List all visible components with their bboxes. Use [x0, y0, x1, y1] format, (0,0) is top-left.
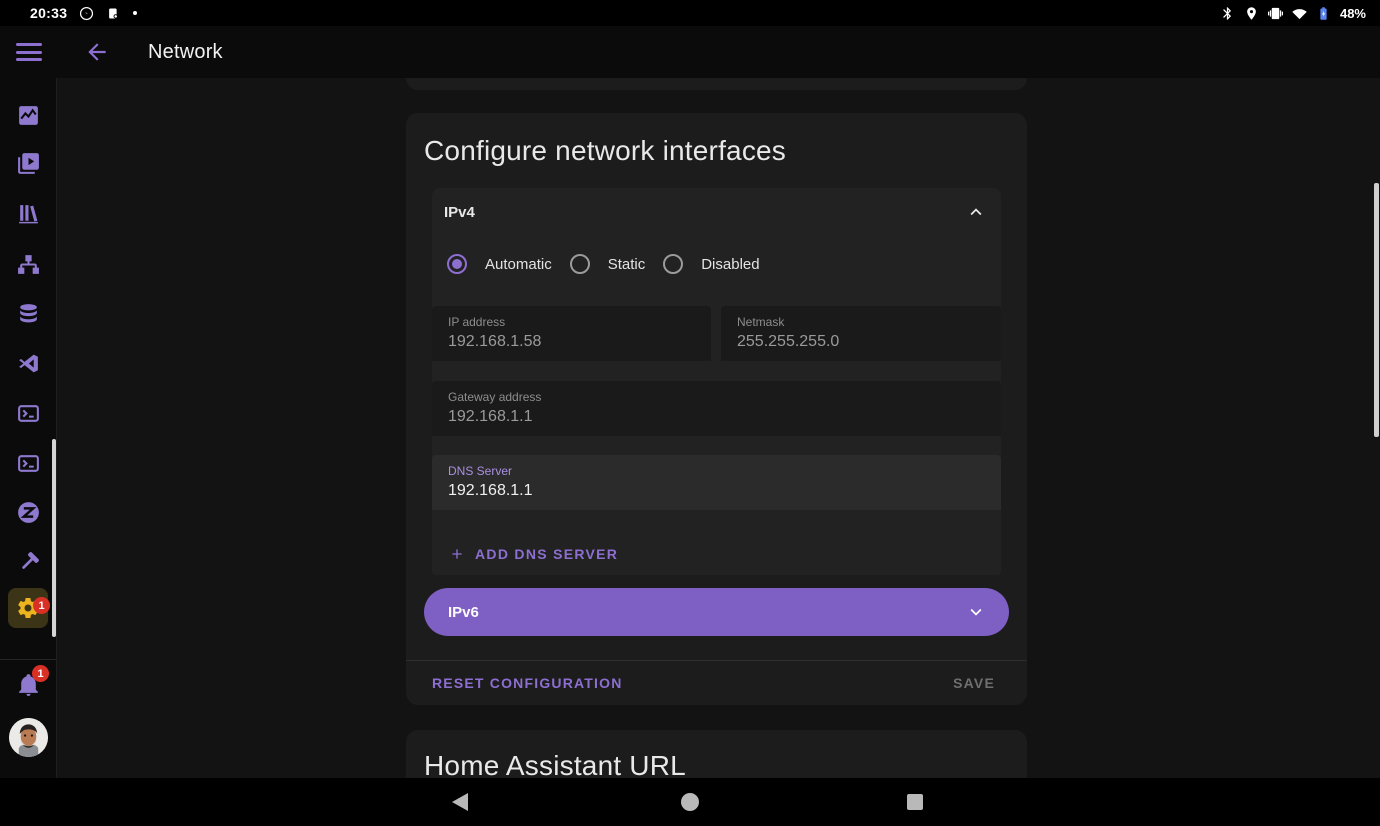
- dns-server-field[interactable]: DNS Server 192.168.1.1: [432, 455, 1001, 510]
- wifi-icon: [1292, 6, 1307, 21]
- library-icon[interactable]: [16, 201, 41, 226]
- ipv6-label: IPv6: [448, 604, 965, 621]
- ip-address-value: 192.168.1.58: [448, 333, 695, 351]
- notifications-badge: 1: [32, 665, 49, 682]
- main-content: Configure network interfaces IPv4 Automa…: [57, 78, 1380, 778]
- menu-icon[interactable]: [16, 43, 42, 61]
- previous-card: [406, 78, 1027, 90]
- settings-badge: 1: [33, 597, 50, 614]
- history-chart-icon[interactable]: [16, 103, 41, 128]
- bluetooth-icon: [1220, 6, 1235, 21]
- ip-address-field: IP address 192.168.1.58: [432, 306, 711, 361]
- radio-static[interactable]: [570, 254, 590, 274]
- plus-icon: [449, 546, 465, 562]
- gateway-label: Gateway address: [448, 390, 985, 404]
- add-dns-server-button[interactable]: ADD DNS SERVER: [441, 536, 626, 572]
- radio-disabled-label: Disabled: [701, 256, 759, 273]
- dns-server-label: DNS Server: [448, 464, 985, 478]
- sidebar-item-notifications[interactable]: 1: [16, 672, 41, 697]
- ipv4-label: IPv4: [444, 204, 965, 221]
- nav-home-button[interactable]: [681, 793, 699, 811]
- terminal-icon[interactable]: [16, 401, 41, 426]
- next-card-title: Home Assistant URL: [424, 750, 686, 778]
- ipv6-panel-header[interactable]: IPv6: [424, 588, 1009, 636]
- clock: 20:33: [30, 5, 67, 21]
- sidebar: 1 1: [0, 78, 57, 778]
- chevron-down-icon: [965, 601, 987, 623]
- radio-disabled[interactable]: [663, 254, 683, 274]
- content-scrollbar[interactable]: [1374, 183, 1379, 437]
- nav-recents-button[interactable]: [907, 794, 923, 810]
- sidebar-item-settings[interactable]: 1: [8, 588, 48, 628]
- battery-icon: [1316, 6, 1331, 21]
- app-toolbar: Network: [0, 26, 1380, 78]
- location-icon: [1244, 6, 1259, 21]
- netmask-label: Netmask: [737, 315, 985, 329]
- chevron-up-icon: [965, 201, 987, 223]
- tools-icon[interactable]: [16, 550, 41, 575]
- nav-back-button[interactable]: [452, 793, 468, 811]
- home-assistant-url-card: Home Assistant URL: [406, 730, 1027, 778]
- user-avatar[interactable]: [9, 718, 48, 757]
- notification-dot: [133, 11, 137, 15]
- vscode-icon[interactable]: [16, 351, 41, 376]
- screen: 20:33: [0, 0, 1380, 826]
- status-bar: 20:33: [0, 0, 1380, 26]
- add-dns-server-label: ADD DNS SERVER: [475, 546, 618, 562]
- gateway-value: 192.168.1.1: [448, 408, 985, 426]
- zigbee-icon[interactable]: [16, 500, 41, 525]
- save-button[interactable]: SAVE: [953, 675, 995, 691]
- radio-automatic-label: Automatic: [485, 256, 552, 273]
- netmask-field: Netmask 255.255.255.0: [721, 306, 1001, 361]
- sitemap-icon[interactable]: [16, 252, 41, 277]
- android-nav-bar: [0, 778, 1380, 826]
- vibration-icon: [1268, 6, 1283, 21]
- ipv4-panel-header[interactable]: IPv4: [432, 188, 1001, 236]
- radio-automatic[interactable]: [447, 254, 467, 274]
- sidebar-divider: [0, 659, 56, 660]
- sidebar-scrollbar[interactable]: [52, 439, 56, 637]
- card-actions: RESET CONFIGURATION SAVE: [406, 661, 1027, 705]
- card-title: Configure network interfaces: [424, 135, 786, 167]
- ipv4-panel: IPv4 Automatic Static Disabled IP addres…: [432, 188, 1001, 575]
- terminal-2-icon[interactable]: [16, 451, 41, 476]
- reset-configuration-button[interactable]: RESET CONFIGURATION: [432, 675, 623, 691]
- radio-static-label: Static: [608, 256, 646, 273]
- page-title: Network: [148, 41, 223, 64]
- messenger-icon: [79, 6, 94, 21]
- ip-address-label: IP address: [448, 315, 695, 329]
- network-interfaces-card: Configure network interfaces IPv4 Automa…: [406, 113, 1027, 705]
- netmask-value: 255.255.255.0: [737, 333, 985, 351]
- app-icon: [106, 6, 121, 21]
- battery-percent: 48%: [1340, 6, 1366, 21]
- dns-server-value: 192.168.1.1: [448, 482, 985, 500]
- back-arrow-icon[interactable]: [84, 39, 110, 65]
- gateway-field: Gateway address 192.168.1.1: [432, 381, 1001, 436]
- database-icon[interactable]: [16, 301, 41, 326]
- media-browser-icon[interactable]: [16, 151, 41, 176]
- ipv4-mode-radio-group: Automatic Static Disabled: [447, 246, 760, 282]
